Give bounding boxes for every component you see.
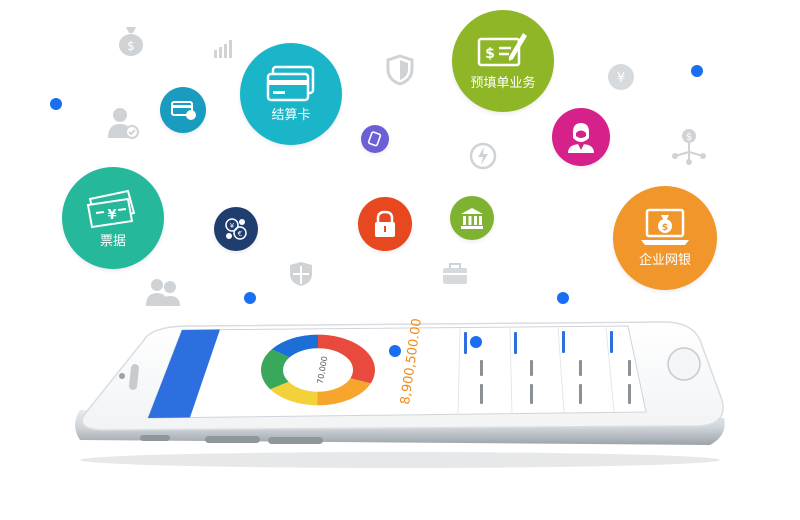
svg-text:¥: ¥ <box>230 222 235 230</box>
globe-shield-icon <box>290 262 312 286</box>
smartphone: 70,000 8,900,500.00 <box>75 317 725 468</box>
feature-settlement-card[interactable]: 结算卡 <box>240 43 342 145</box>
svg-text:¥: ¥ <box>617 71 625 86</box>
lightning-icon <box>469 142 497 170</box>
feature-enterprise-banking[interactable]: $ 企业网银 <box>613 186 717 290</box>
padlock-circle[interactable] <box>358 197 412 251</box>
laptop-money-icon: $ <box>641 208 689 245</box>
user-check-icon <box>108 108 139 139</box>
feature-label: 票据 <box>99 233 126 248</box>
svg-text:€: € <box>238 230 242 238</box>
briefcase-icon <box>443 263 467 284</box>
customer-service-circle[interactable] <box>552 108 610 166</box>
currency-exchange-circle[interactable]: ¥ € <box>214 207 258 251</box>
accent-dot <box>691 65 703 77</box>
shield-icon <box>386 54 414 86</box>
accent-dot <box>50 98 62 110</box>
svg-text:$: $ <box>662 223 668 233</box>
money-bag-icon: $ <box>119 27 143 56</box>
feature-label: 企业网银 <box>638 252 691 267</box>
feature-bills[interactable]: ¥ 票据 <box>62 167 164 269</box>
phone-card-circle[interactable] <box>361 125 389 153</box>
cheque-pen-icon: $ <box>477 33 527 67</box>
feature-label: 结算卡 <box>271 107 311 122</box>
card-coin-icon <box>171 101 196 120</box>
svg-text:$: $ <box>485 46 495 62</box>
svg-text:$: $ <box>127 39 135 53</box>
card-coin-circle[interactable] <box>160 87 206 133</box>
svg-text:$: $ <box>686 132 692 143</box>
phone-card-icon <box>367 131 382 147</box>
banknotes-icon: ¥ <box>86 189 136 229</box>
money-network-icon: $ <box>672 129 706 165</box>
svg-text:¥: ¥ <box>107 208 116 223</box>
illustration-stage: $ ¥ $ 结算卡 $ 预填单业务 ¥ 票据 $ 企业网银 ¥ € 70,000… <box>0 0 800 520</box>
currency-exchange-icon: ¥ € <box>225 218 247 240</box>
bank-building-circle[interactable] <box>450 196 494 240</box>
growth-chart-icon <box>214 40 232 58</box>
accent-dot <box>389 345 401 357</box>
customer-service-icon <box>568 123 594 153</box>
bank-building-icon <box>461 208 483 229</box>
card-icon <box>266 65 315 102</box>
feature-prefill-service[interactable]: $ 预填单业务 <box>452 10 554 112</box>
accent-dot <box>470 336 482 348</box>
feature-label: 预填单业务 <box>470 75 536 90</box>
yen-coin-icon: ¥ <box>608 64 634 90</box>
padlock-icon <box>375 210 395 237</box>
